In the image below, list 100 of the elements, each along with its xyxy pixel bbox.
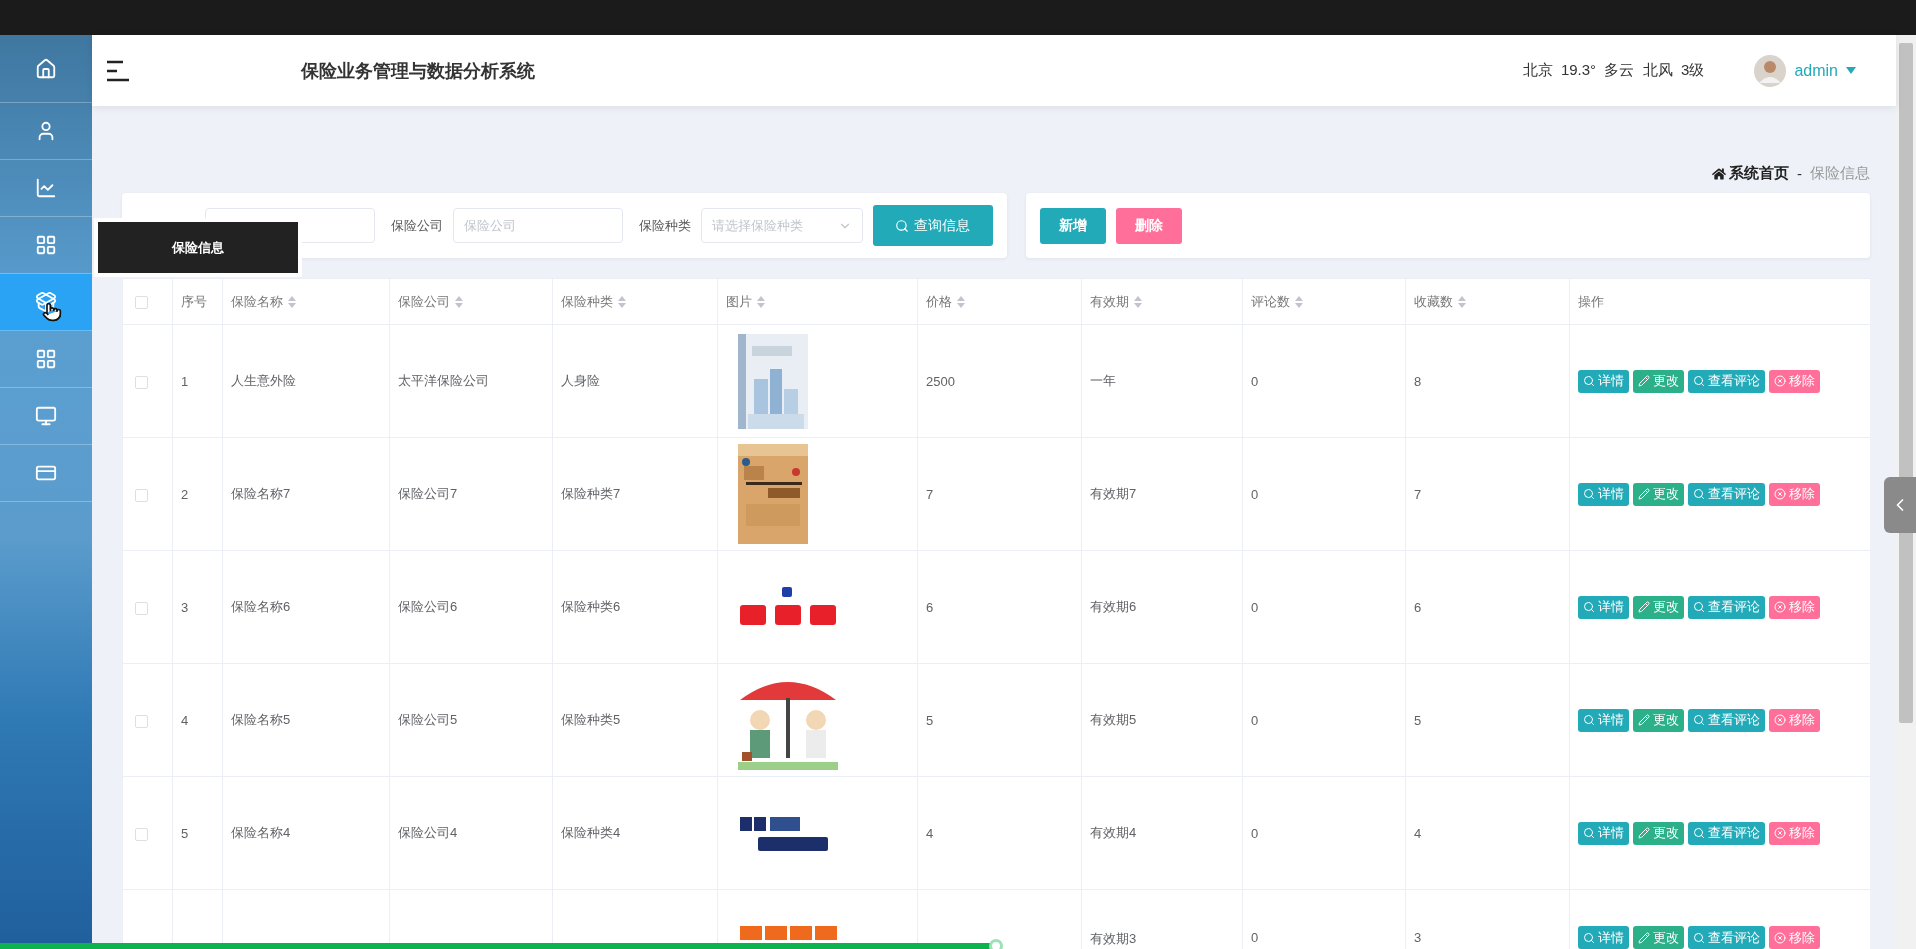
row-checkbox[interactable] [135,827,148,841]
table-cell: 保险种类4 [561,825,621,840]
edit-button[interactable]: 更改 [1633,369,1684,393]
column-header[interactable]: 图片 [717,278,918,325]
table-cell: 人身险 [561,373,600,388]
row-checkbox[interactable] [135,375,148,389]
caret-icon [1846,67,1856,74]
pencil-icon [1638,375,1650,387]
table-cell: 7 [926,486,934,502]
column-header[interactable]: 价格 [917,278,1082,325]
menu-button[interactable] [105,59,131,82]
sort-icon[interactable] [757,295,765,308]
search-icon [1693,375,1705,387]
column-label: 价格 [926,292,952,311]
edit-button[interactable]: 更改 [1633,926,1684,949]
search-icon [1583,601,1595,613]
add-button[interactable]: 新增 [1040,207,1106,244]
pencil-icon [1638,827,1650,839]
pencil-icon [1638,601,1650,613]
detail-button[interactable]: 查看评论 [1688,708,1765,732]
sort-icon[interactable] [1134,295,1142,308]
detail-button[interactable]: 详情 [1578,482,1629,506]
field-label: 保险种类 [638,216,691,235]
table-cell: 0 [1251,373,1259,389]
close-icon [1774,488,1786,500]
select-all-checkbox[interactable] [135,296,148,310]
sort-icon[interactable] [957,295,965,308]
delete-button[interactable]: 删除 [1116,207,1182,244]
query-button[interactable]: 查询信息 [873,205,993,246]
row-checkbox[interactable] [135,601,148,615]
remove-button[interactable]: 移除 [1769,821,1820,845]
close-icon [1774,827,1786,839]
sort-icon[interactable] [1458,295,1466,308]
edit-button[interactable]: 更改 [1633,482,1684,506]
search-icon [1693,827,1705,839]
column-label: 有效期 [1090,292,1129,311]
detail-button[interactable]: 查看评论 [1688,926,1765,949]
sort-icon[interactable] [1295,295,1303,308]
edit-button[interactable]: 更改 [1633,821,1684,845]
detail-button[interactable]: 查看评论 [1688,821,1765,845]
sidebar-item[interactable] [0,274,92,331]
column-header[interactable]: 保险名称 [222,278,390,325]
collapse-tab[interactable] [1884,477,1916,533]
table-cell: 保险公司5 [398,712,458,727]
detail-button[interactable]: 查看评论 [1688,482,1765,506]
edit-button[interactable]: 更改 [1633,708,1684,732]
table-cell: 保险公司4 [398,825,458,840]
table-cell: 5 [926,712,934,728]
remove-button[interactable]: 移除 [1769,926,1820,949]
column-header[interactable]: 有效期 [1081,278,1243,325]
row-checkbox[interactable] [135,714,148,728]
grid-icon [35,348,57,370]
column-header[interactable]: 收藏数 [1405,278,1570,325]
table-cell: 保险名称6 [231,599,291,614]
pencil-icon [1638,488,1650,500]
breadcrumb-home-link[interactable]: 系统首页 [1712,164,1789,183]
column-label: 保险名称 [231,292,283,311]
table-cell: 人生意外险 [231,373,296,388]
column-label: 保险种类 [561,292,613,311]
sort-icon[interactable] [288,295,296,308]
sort-icon[interactable] [618,295,626,308]
column-label: 保险公司 [398,292,450,311]
column-header[interactable]: 评论数 [1242,278,1406,325]
search-icon [1583,827,1595,839]
menu-icon [105,59,131,82]
column-label: 操作 [1578,292,1604,311]
table-cell: 5 [1414,712,1422,728]
table-cell: 保险名称5 [231,712,291,727]
remove-button[interactable]: 移除 [1769,595,1820,619]
table-cell: 保险种类5 [561,712,621,727]
row-checkbox[interactable] [135,488,148,502]
column-header[interactable]: 保险公司 [389,278,553,325]
search-icon [1583,375,1595,387]
type-select[interactable]: 请选择保险种类 [700,208,863,243]
detail-button[interactable]: 详情 [1578,369,1629,393]
home-icon [35,57,57,80]
field-label: 保险公司 [390,216,443,235]
remove-button[interactable]: 移除 [1769,482,1820,506]
scrollbar[interactable] [1896,35,1916,949]
detail-button[interactable]: 查看评论 [1688,369,1765,393]
app-title: 保险业务管理与数据分析系统 [301,59,535,83]
sort-icon[interactable] [455,295,463,308]
user-menu[interactable]: admin [1754,54,1856,87]
remove-button[interactable]: 移除 [1769,369,1820,393]
remove-button[interactable]: 移除 [1769,708,1820,732]
edit-button[interactable]: 更改 [1633,595,1684,619]
detail-button[interactable]: 详情 [1578,595,1629,619]
detail-button[interactable]: 查看评论 [1688,595,1765,619]
table-cell: 1 [181,373,189,389]
table-cell: 4 [1414,825,1422,841]
table-cell: 4 [181,712,189,728]
table-cell: 3 [181,599,189,615]
detail-button[interactable]: 详情 [1578,708,1629,732]
table-cell: 3 [1414,930,1422,945]
detail-button[interactable]: 详情 [1578,926,1629,949]
column-header[interactable]: 保险种类 [552,278,718,325]
pencil-icon [1638,714,1650,726]
box-icon [35,291,57,313]
monitor-icon [35,405,57,427]
detail-button[interactable]: 详情 [1578,821,1629,845]
